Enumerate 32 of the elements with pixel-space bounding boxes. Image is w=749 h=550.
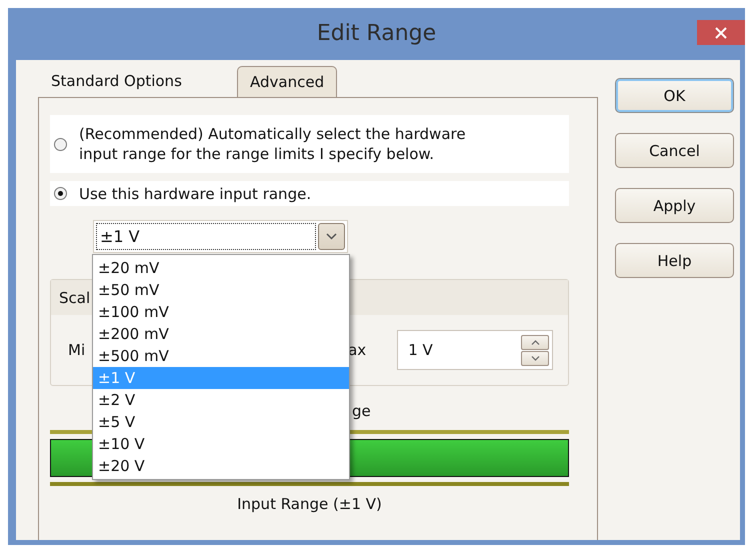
- dropdown-option[interactable]: ±10 V: [93, 433, 349, 455]
- dropdown-option[interactable]: ±5 V: [93, 411, 349, 433]
- caret-up-icon: [530, 340, 540, 344]
- chevron-down-icon: [326, 233, 337, 240]
- radio-label: Use this hardware input range.: [79, 184, 312, 204]
- dialog-button[interactable]: Apply: [615, 188, 734, 223]
- dropdown-button[interactable]: [318, 223, 345, 250]
- tab[interactable]: Advanced: [237, 66, 338, 97]
- min-label: Mi: [68, 341, 86, 359]
- close-icon: [715, 26, 727, 38]
- spin-down-button[interactable]: [521, 350, 550, 366]
- range-caption: Input Range (±1 V): [237, 495, 382, 513]
- dialog-button[interactable]: OK: [615, 78, 734, 113]
- dropdown-option[interactable]: ±500 mV: [93, 345, 349, 367]
- group-title: Scal: [59, 288, 90, 306]
- max-spin-field[interactable]: 1 V: [397, 330, 554, 370]
- dropdown-option[interactable]: ±200 mV: [93, 323, 349, 345]
- dropdown-option[interactable]: ±50 mV: [93, 279, 349, 301]
- dialog-button[interactable]: Help: [615, 243, 734, 278]
- dialog-button[interactable]: Cancel: [615, 133, 734, 168]
- dropdown-option[interactable]: ±2 V: [93, 389, 349, 411]
- spin-up-button[interactable]: [521, 334, 550, 350]
- dropdown-option[interactable]: ±100 mV: [93, 301, 349, 323]
- radio-label: (Recommended) Automatically select the hardware input range for the range limits I specify below.: [79, 124, 467, 164]
- dropdown-option[interactable]: ±20 V: [93, 455, 349, 477]
- window-title: Edit Range: [316, 21, 436, 48]
- range-title: ge: [352, 402, 371, 420]
- radio-button[interactable]: [54, 187, 67, 200]
- dropdown-option[interactable]: ±20 mV: [93, 257, 349, 279]
- radio-button[interactable]: [54, 138, 67, 150]
- close-button[interactable]: [697, 20, 745, 45]
- caret-down-icon: [530, 356, 540, 360]
